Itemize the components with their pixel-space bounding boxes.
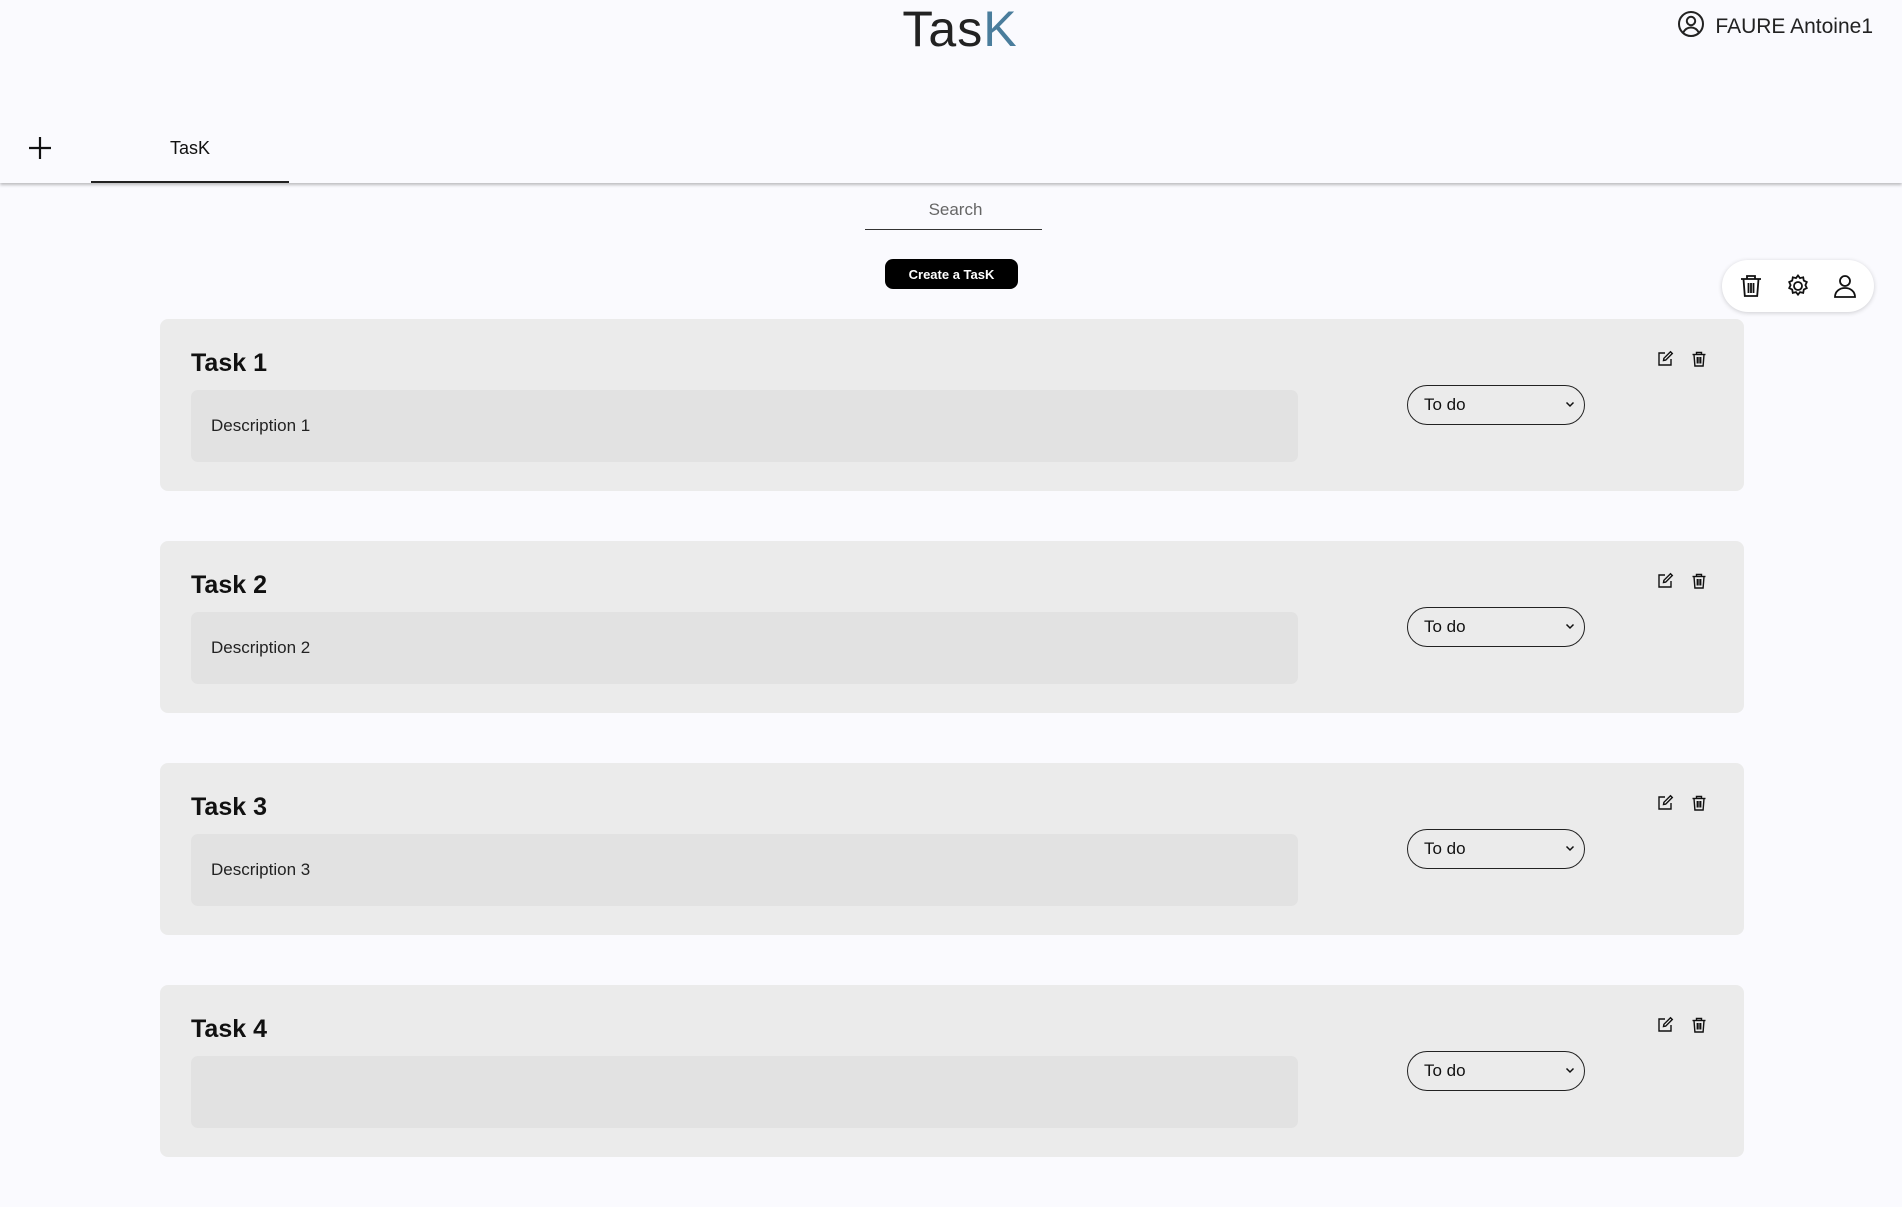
edit-icon: [1658, 572, 1674, 588]
task-card: Task 3 Description 3 To do: [160, 763, 1744, 935]
status-select[interactable]: To do: [1407, 607, 1585, 647]
plus-icon: [29, 137, 51, 159]
edit-icon: [1658, 350, 1674, 366]
edit-task-button[interactable]: [1656, 349, 1674, 369]
user-icon: [1833, 275, 1856, 298]
edit-icon: [1658, 1016, 1674, 1032]
delete-task-button[interactable]: [1690, 793, 1708, 813]
task-actions: [1656, 1015, 1708, 1035]
task-title: Task 3: [191, 793, 267, 821]
task-card: Task 4 To do: [160, 985, 1744, 1157]
trash-icon: [1692, 351, 1706, 367]
task-card: Task 2 Description 2 To do: [160, 541, 1744, 713]
user-circle-icon: [1677, 10, 1705, 44]
trash-icon: [1692, 1017, 1706, 1033]
toolbar-settings-button[interactable]: [1782, 270, 1814, 302]
chevron-down-icon: [1565, 845, 1575, 852]
toolbar-trash-button[interactable]: [1735, 270, 1767, 302]
search-field: [865, 193, 1046, 230]
delete-task-button[interactable]: [1690, 349, 1708, 369]
status-value: To do: [1424, 1061, 1466, 1080]
app-title-main: Tas: [902, 1, 984, 57]
task-actions: [1656, 571, 1708, 591]
trash-icon: [1692, 795, 1706, 811]
status-value: To do: [1424, 839, 1466, 858]
status-select[interactable]: To do: [1407, 385, 1585, 425]
chevron-down-icon: [1565, 401, 1575, 408]
task-description: Description 2: [191, 612, 1298, 684]
task-title: Task 4: [191, 1015, 267, 1043]
task-actions: [1656, 349, 1708, 369]
side-toolbar: [1722, 260, 1874, 312]
delete-task-button[interactable]: [1690, 1015, 1708, 1035]
trash-icon: [1692, 573, 1706, 589]
user-menu[interactable]: FAURE Antoine1: [1677, 10, 1873, 44]
edit-icon: [1658, 794, 1674, 810]
task-card: Task 1 Description 1 To do: [160, 319, 1744, 491]
task-title: Task 1: [191, 349, 267, 377]
add-tab-button[interactable]: [26, 134, 54, 162]
task-list: Task 1 Description 1 To do Task 2 Descri…: [160, 319, 1744, 1207]
user-name: FAURE Antoine1: [1715, 15, 1873, 38]
task-description: Description 1: [191, 390, 1298, 462]
edit-task-button[interactable]: [1656, 793, 1674, 813]
task-description: Description 3: [191, 834, 1298, 906]
task-title: Task 2: [191, 571, 267, 599]
delete-task-button[interactable]: [1690, 571, 1708, 591]
gear-icon: [1787, 274, 1808, 297]
status-value: To do: [1424, 395, 1466, 414]
edit-task-button[interactable]: [1656, 571, 1674, 591]
app-title-accent: K: [983, 1, 1018, 57]
app-title: TasK: [0, 2, 1902, 56]
toolbar-profile-button[interactable]: [1829, 270, 1861, 302]
task-actions: [1656, 793, 1708, 813]
edit-task-button[interactable]: [1656, 1015, 1674, 1035]
status-select[interactable]: To do: [1407, 829, 1585, 869]
app-header: TasK FAURE Antoine1 TasK: [0, 0, 1902, 183]
trash-icon: [1741, 275, 1762, 297]
status-select[interactable]: To do: [1407, 1051, 1585, 1091]
chevron-down-icon: [1565, 623, 1575, 630]
tab-task[interactable]: TasK: [91, 120, 289, 183]
create-task-button[interactable]: Create a TasK: [885, 259, 1018, 289]
status-value: To do: [1424, 617, 1466, 636]
search-input[interactable]: [865, 193, 1046, 227]
